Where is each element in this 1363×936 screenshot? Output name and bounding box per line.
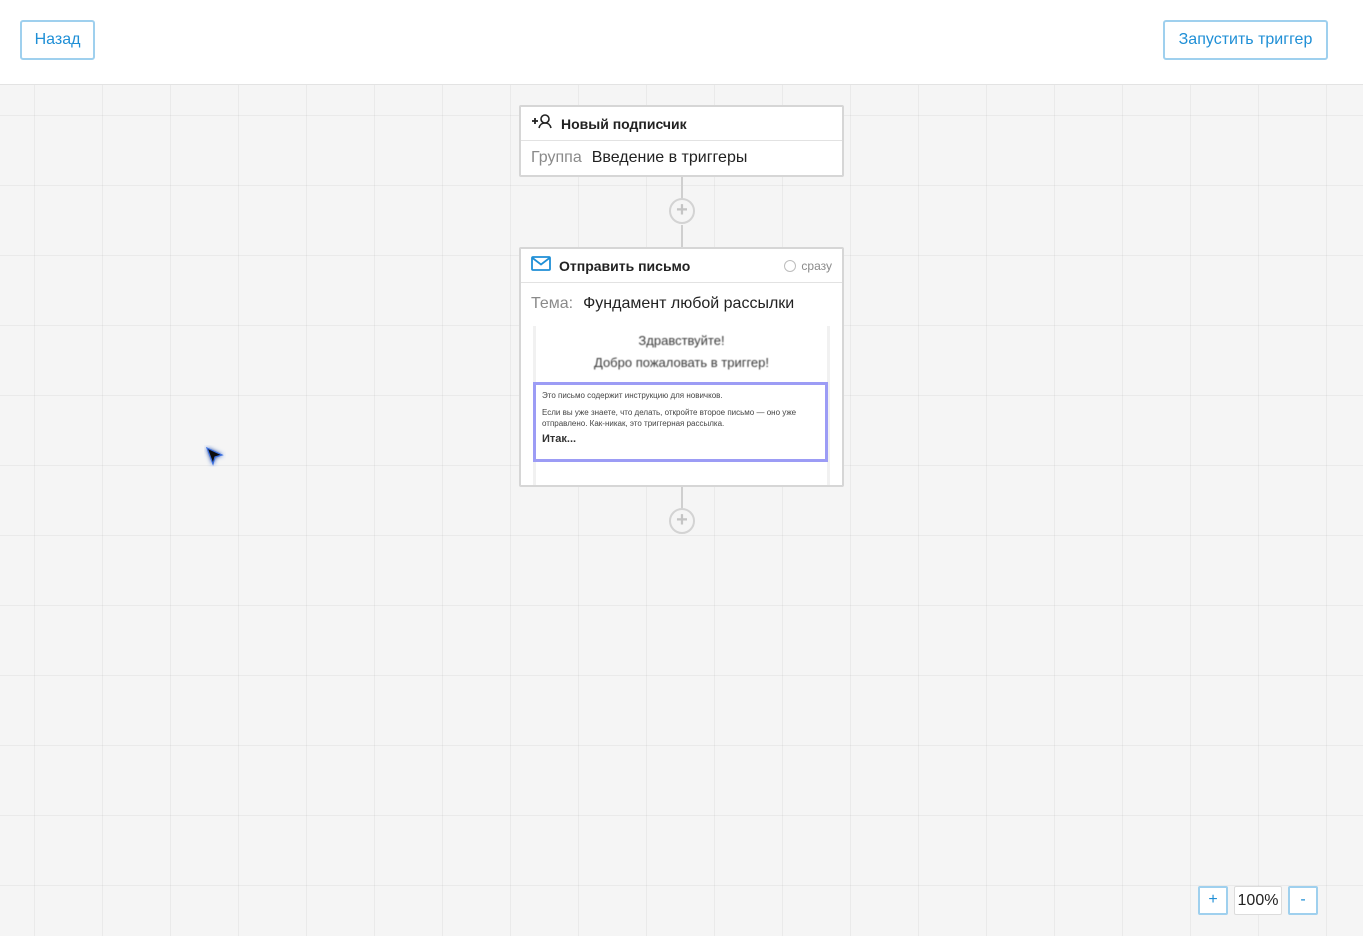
- run-trigger-button[interactable]: Запустить триггер: [1163, 20, 1328, 60]
- envelope-icon: [531, 255, 551, 276]
- zoom-in-button[interactable]: +: [1198, 886, 1228, 915]
- mail-node-header: Отправить письмо сразу: [521, 249, 842, 283]
- preview-greeting: Здравствуйте!: [638, 333, 725, 348]
- group-label: Группа: [531, 149, 582, 166]
- subject-row: Тема: Фундамент любой рассылки: [521, 283, 842, 325]
- trigger-node-new-subscriber[interactable]: Новый подписчик Группа Введение в тригге…: [519, 105, 844, 177]
- trigger-editor-page: Назад Запустить триггер + + Новый подпис…: [0, 0, 1363, 936]
- subject-label: Тема:: [531, 295, 574, 312]
- zoom-level: 100%: [1234, 886, 1282, 915]
- mouse-cursor-icon: [204, 445, 226, 467]
- group-value: Введение в триггеры: [591, 149, 748, 166]
- connector-line: [681, 225, 683, 247]
- preview-line: Это письмо содержит инструкцию для нович…: [542, 391, 723, 400]
- preview-welcome: Добро пожаловать в триггер!: [594, 355, 769, 370]
- preview-line-bold: Итак...: [542, 433, 577, 445]
- mail-node-title: Отправить письмо: [559, 257, 691, 274]
- add-user-icon: [531, 113, 553, 134]
- group-row: Группа Введение в триггеры: [521, 141, 842, 175]
- zoom-out-button[interactable]: -: [1288, 886, 1318, 915]
- clock-icon: [784, 259, 797, 272]
- preview-highlight-block: Это письмо содержит инструкцию для нович…: [533, 382, 828, 462]
- top-toolbar: Назад Запустить триггер: [0, 0, 1363, 85]
- preview-line: Если вы уже знаете, что делать, откройте…: [542, 408, 797, 428]
- connector-line: [681, 487, 683, 509]
- connector-line: [681, 177, 683, 199]
- delay-indicator: сразу: [784, 259, 832, 273]
- add-step-icon[interactable]: +: [669, 508, 695, 534]
- email-preview[interactable]: Здравствуйте! Добро пожаловать в триггер…: [533, 326, 830, 485]
- action-node-send-email[interactable]: Отправить письмо сразу Тема: Фундамент л…: [519, 247, 844, 487]
- trigger-node-header: Новый подписчик: [521, 107, 842, 141]
- back-button[interactable]: Назад: [20, 20, 95, 60]
- subject-value: Фундамент любой рассылки: [583, 295, 795, 312]
- add-step-icon[interactable]: +: [669, 198, 695, 224]
- trigger-node-title: Новый подписчик: [561, 115, 687, 132]
- delay-value: сразу: [801, 258, 832, 273]
